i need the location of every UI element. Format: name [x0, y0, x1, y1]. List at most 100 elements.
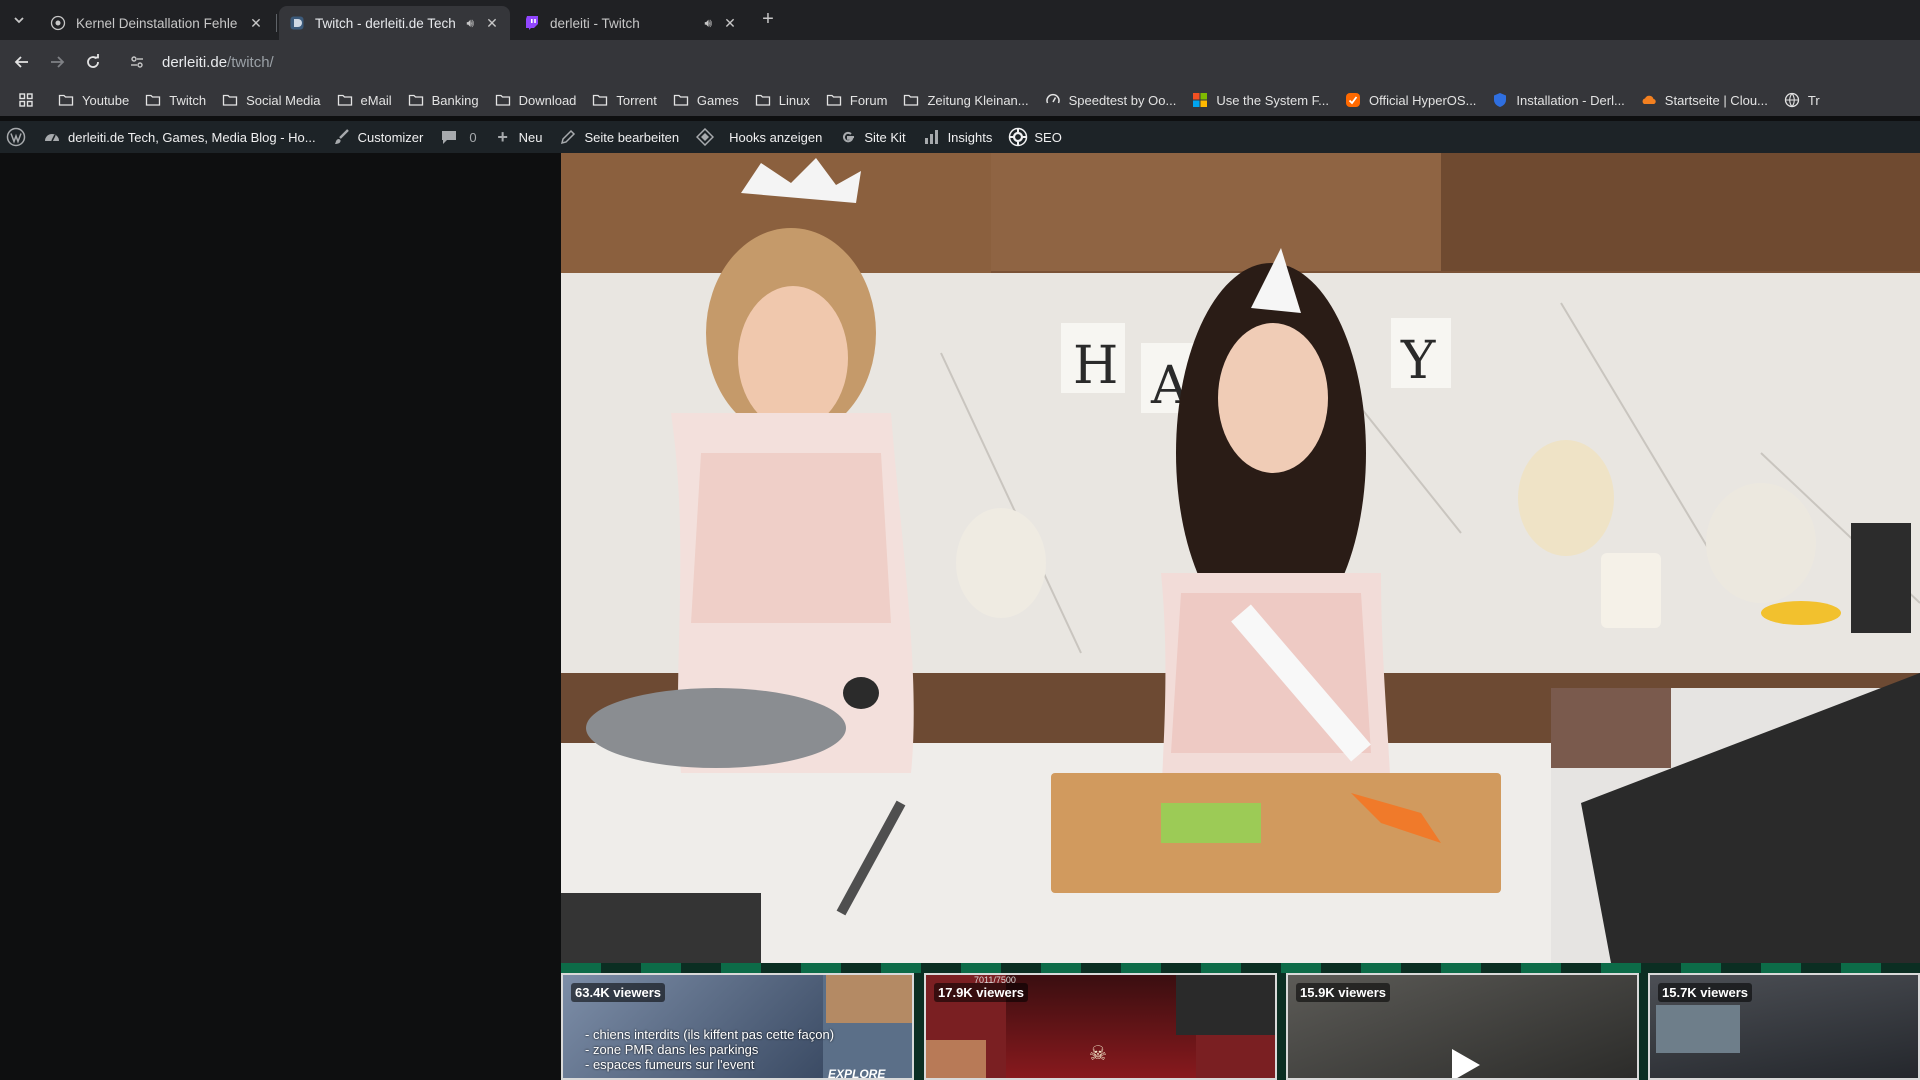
stream-thumbnail[interactable]: 7011/7500 17.9K viewers ☠: [924, 973, 1277, 1080]
bookmark-item[interactable]: Twitch: [137, 86, 214, 114]
bookmark-item[interactable]: Youtube: [50, 86, 137, 114]
bookmark-label: Tr: [1807, 92, 1820, 108]
folder-icon: [408, 92, 424, 108]
recommended-streams-row: 63.4K viewers - chiens interdits (ils ki…: [561, 963, 1920, 1080]
reload-button[interactable]: [81, 50, 105, 74]
viewer-count: 17.9K viewers: [934, 983, 1029, 1002]
dashboard-gauge-icon: [42, 127, 62, 147]
speaker-icon[interactable]: 🔊︎: [704, 16, 712, 31]
speaker-icon[interactable]: 🔊︎: [466, 16, 474, 31]
bookmark-label: Speedtest by Oo...: [1068, 92, 1177, 108]
apps-grid-icon[interactable]: [15, 89, 37, 111]
globe-icon: [1784, 92, 1800, 108]
microsoft-icon: [1192, 92, 1208, 108]
tab-kernel[interactable]: Kernel Deinstallation Fehler ✕: [40, 6, 274, 40]
bookmark-item[interactable]: Official HyperOS...: [1337, 86, 1484, 114]
play-icon[interactable]: [1448, 1047, 1482, 1080]
thumbnail-facecam: [826, 975, 912, 1023]
browser-toolbar: derleiti.de/twitch/: [0, 40, 1920, 84]
bookmark-list: Youtube Twitch Social Media eMail Banking Dow…: [50, 86, 1828, 114]
bookmark-item[interactable]: Torrent: [584, 86, 664, 114]
bookmark-label: Social Media: [246, 92, 321, 108]
google-g-icon: [838, 127, 858, 147]
seo-label: SEO: [1034, 129, 1062, 145]
back-button[interactable]: [10, 50, 34, 74]
bookmark-item[interactable]: eMail: [329, 86, 400, 114]
bookmark-label: Twitch: [169, 92, 207, 108]
folder-icon: [58, 92, 74, 108]
close-icon[interactable]: ✕: [722, 15, 738, 32]
stream-thumbnail[interactable]: 15.9K viewers: [1286, 973, 1639, 1080]
twitch-video-player[interactable]: H A Y: [561, 153, 1920, 963]
viewer-count: 63.4K viewers: [571, 983, 666, 1002]
bookmark-label: Startseite | Clou...: [1664, 92, 1768, 108]
site-name: derleiti.de Tech, Games, Media Blog - Ho…: [68, 129, 316, 145]
banner-letter-y: Y: [1400, 331, 1436, 391]
reload-icon: [87, 54, 99, 68]
bookmark-label: Forum: [849, 92, 888, 108]
new-content-menu[interactable]: + Neu: [485, 121, 551, 153]
close-icon[interactable]: ✕: [484, 15, 500, 32]
hooks-link[interactable]: Hooks anzeigen: [687, 121, 830, 153]
comment-count: 0: [469, 129, 477, 145]
bookmark-item[interactable]: Speedtest by Oo...: [1037, 86, 1185, 114]
new-tab-button[interactable]: +: [756, 8, 780, 32]
speedtest-icon: [1045, 92, 1061, 108]
bookmark-label: Installation - Derl...: [1516, 92, 1625, 108]
pencil-icon: [558, 127, 578, 147]
bookmark-item[interactable]: Use the System F...: [1184, 86, 1337, 114]
comment-bubble-icon: [439, 127, 459, 147]
globe-favicon-icon: [50, 15, 66, 31]
tab-search-button[interactable]: [8, 9, 30, 31]
hooks-label: Hooks anzeigen: [729, 129, 823, 145]
bookmark-item[interactable]: Banking: [400, 86, 487, 114]
plus-icon: +: [497, 126, 508, 147]
bar-chart-icon: [922, 127, 942, 147]
bookmark-item[interactable]: Installation - Derl...: [1484, 86, 1632, 114]
insights-label: Insights: [947, 129, 993, 145]
site-name-menu[interactable]: derleiti.de Tech, Games, Media Blog - Ho…: [34, 121, 324, 153]
customizer-link[interactable]: Customizer: [324, 121, 432, 153]
url-text[interactable]: derleiti.de/twitch/: [162, 54, 274, 71]
tab-separator: [276, 14, 277, 32]
insights-link[interactable]: Insights: [914, 121, 1001, 153]
thumbnail-facecam: [1656, 1005, 1740, 1053]
derleiti-favicon-icon: [289, 15, 305, 31]
bookmark-item[interactable]: Download: [487, 86, 585, 114]
bookmark-item[interactable]: Games: [665, 86, 747, 114]
folder-icon: [755, 92, 771, 108]
stream-thumbnail[interactable]: 15.7K viewers: [1648, 973, 1920, 1080]
site-settings-icon[interactable]: [126, 51, 148, 73]
tab-strip: Kernel Deinstallation Fehler ✕ Twitch - …: [0, 0, 1920, 40]
address-bar[interactable]: derleiti.de/twitch/: [120, 44, 1910, 80]
folder-icon: [826, 92, 842, 108]
bookmark-item[interactable]: Startseite | Clou...: [1633, 86, 1776, 114]
bookmark-item[interactable]: Tr: [1776, 86, 1828, 114]
bookmark-item[interactable]: Linux: [747, 86, 818, 114]
bookmark-item[interactable]: Social Media: [214, 86, 328, 114]
stream-thumbnail[interactable]: 63.4K viewers - chiens interdits (ils ki…: [561, 973, 914, 1080]
bookmark-label: Zeitung Kleinan...: [927, 92, 1029, 108]
chevron-down-icon: [14, 17, 24, 24]
tab-title: Kernel Deinstallation Fehler: [76, 15, 238, 31]
diamond-hook-icon: [695, 127, 715, 147]
folder-icon: [222, 92, 238, 108]
bookmark-label: Official HyperOS...: [1369, 92, 1477, 108]
bookmark-label: eMail: [360, 92, 392, 108]
tab-derleiti-twitch[interactable]: derleiti - Twitch 🔊︎ ✕: [514, 6, 748, 40]
overlay-line: - zone PMR dans les parkings: [585, 1042, 759, 1057]
forward-button[interactable]: [45, 50, 69, 74]
edit-page-link[interactable]: Seite bearbeiten: [550, 121, 687, 153]
overlay-line: - espaces fumeurs sur l'event: [585, 1057, 755, 1072]
edit-page-label: Seite bearbeiten: [584, 129, 680, 145]
folder-icon: [337, 92, 353, 108]
tab-twitch-derleiti[interactable]: Twitch - derleiti.de Tech 🔊︎ ✕: [279, 6, 510, 40]
seo-link[interactable]: SEO: [1000, 121, 1069, 153]
bookmark-item[interactable]: Forum: [818, 86, 896, 114]
comments-link[interactable]: 0: [431, 121, 484, 153]
bookmark-item[interactable]: Zeitung Kleinan...: [895, 86, 1036, 114]
wordpress-menu[interactable]: [0, 121, 34, 153]
site-kit-link[interactable]: Site Kit: [830, 121, 913, 153]
close-icon[interactable]: ✕: [248, 15, 264, 32]
cloud-icon: [1641, 92, 1657, 108]
